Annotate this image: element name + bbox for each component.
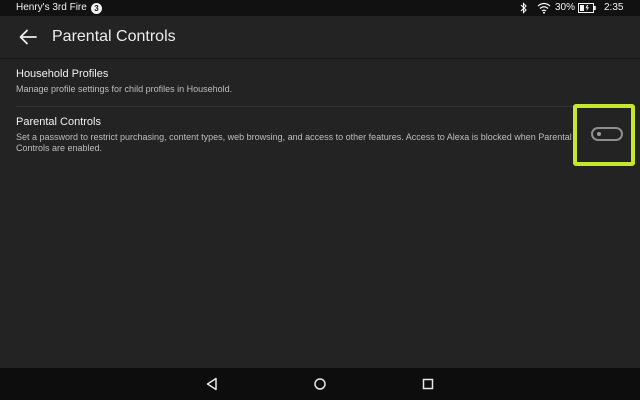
nav-back-icon	[205, 377, 219, 391]
nav-back-button[interactable]	[205, 377, 219, 391]
setting-description: Set a password to restrict purchasing, c…	[16, 132, 572, 153]
setting-title: Parental Controls	[16, 116, 101, 128]
setting-household-profiles[interactable]: Household Profiles Manage profile settin…	[0, 58, 640, 106]
nav-recent-icon	[421, 377, 435, 391]
battery-charging-icon	[578, 3, 596, 13]
nav-home-icon	[313, 377, 327, 391]
screen: Henry's 3rd Fire 3 30% 2:35 Parental Con…	[0, 0, 640, 400]
battery-percent: 30%	[555, 2, 576, 13]
setting-title: Household Profiles	[16, 68, 109, 80]
setting-parental-controls[interactable]: Parental Controls Set a password to rest…	[0, 107, 640, 167]
notification-badge[interactable]: 3	[91, 3, 102, 14]
nav-home-button[interactable]	[313, 377, 327, 391]
clock: 2:35	[604, 2, 624, 13]
parental-controls-toggle[interactable]	[591, 127, 623, 141]
setting-description: Manage profile settings for child profil…	[16, 84, 233, 94]
back-arrow-icon	[18, 28, 38, 46]
nav-bar	[0, 368, 640, 400]
status-bar: Henry's 3rd Fire 3 30% 2:35	[0, 0, 640, 16]
nav-recent-button[interactable]	[421, 377, 435, 391]
device-name: Henry's 3rd Fire	[16, 2, 87, 13]
app-bar: Parental Controls	[0, 16, 640, 59]
back-button[interactable]	[18, 28, 38, 46]
toggle-knob	[597, 132, 601, 136]
bluetooth-icon	[520, 2, 528, 14]
page-title: Parental Controls	[52, 28, 176, 45]
wifi-icon	[537, 2, 551, 14]
